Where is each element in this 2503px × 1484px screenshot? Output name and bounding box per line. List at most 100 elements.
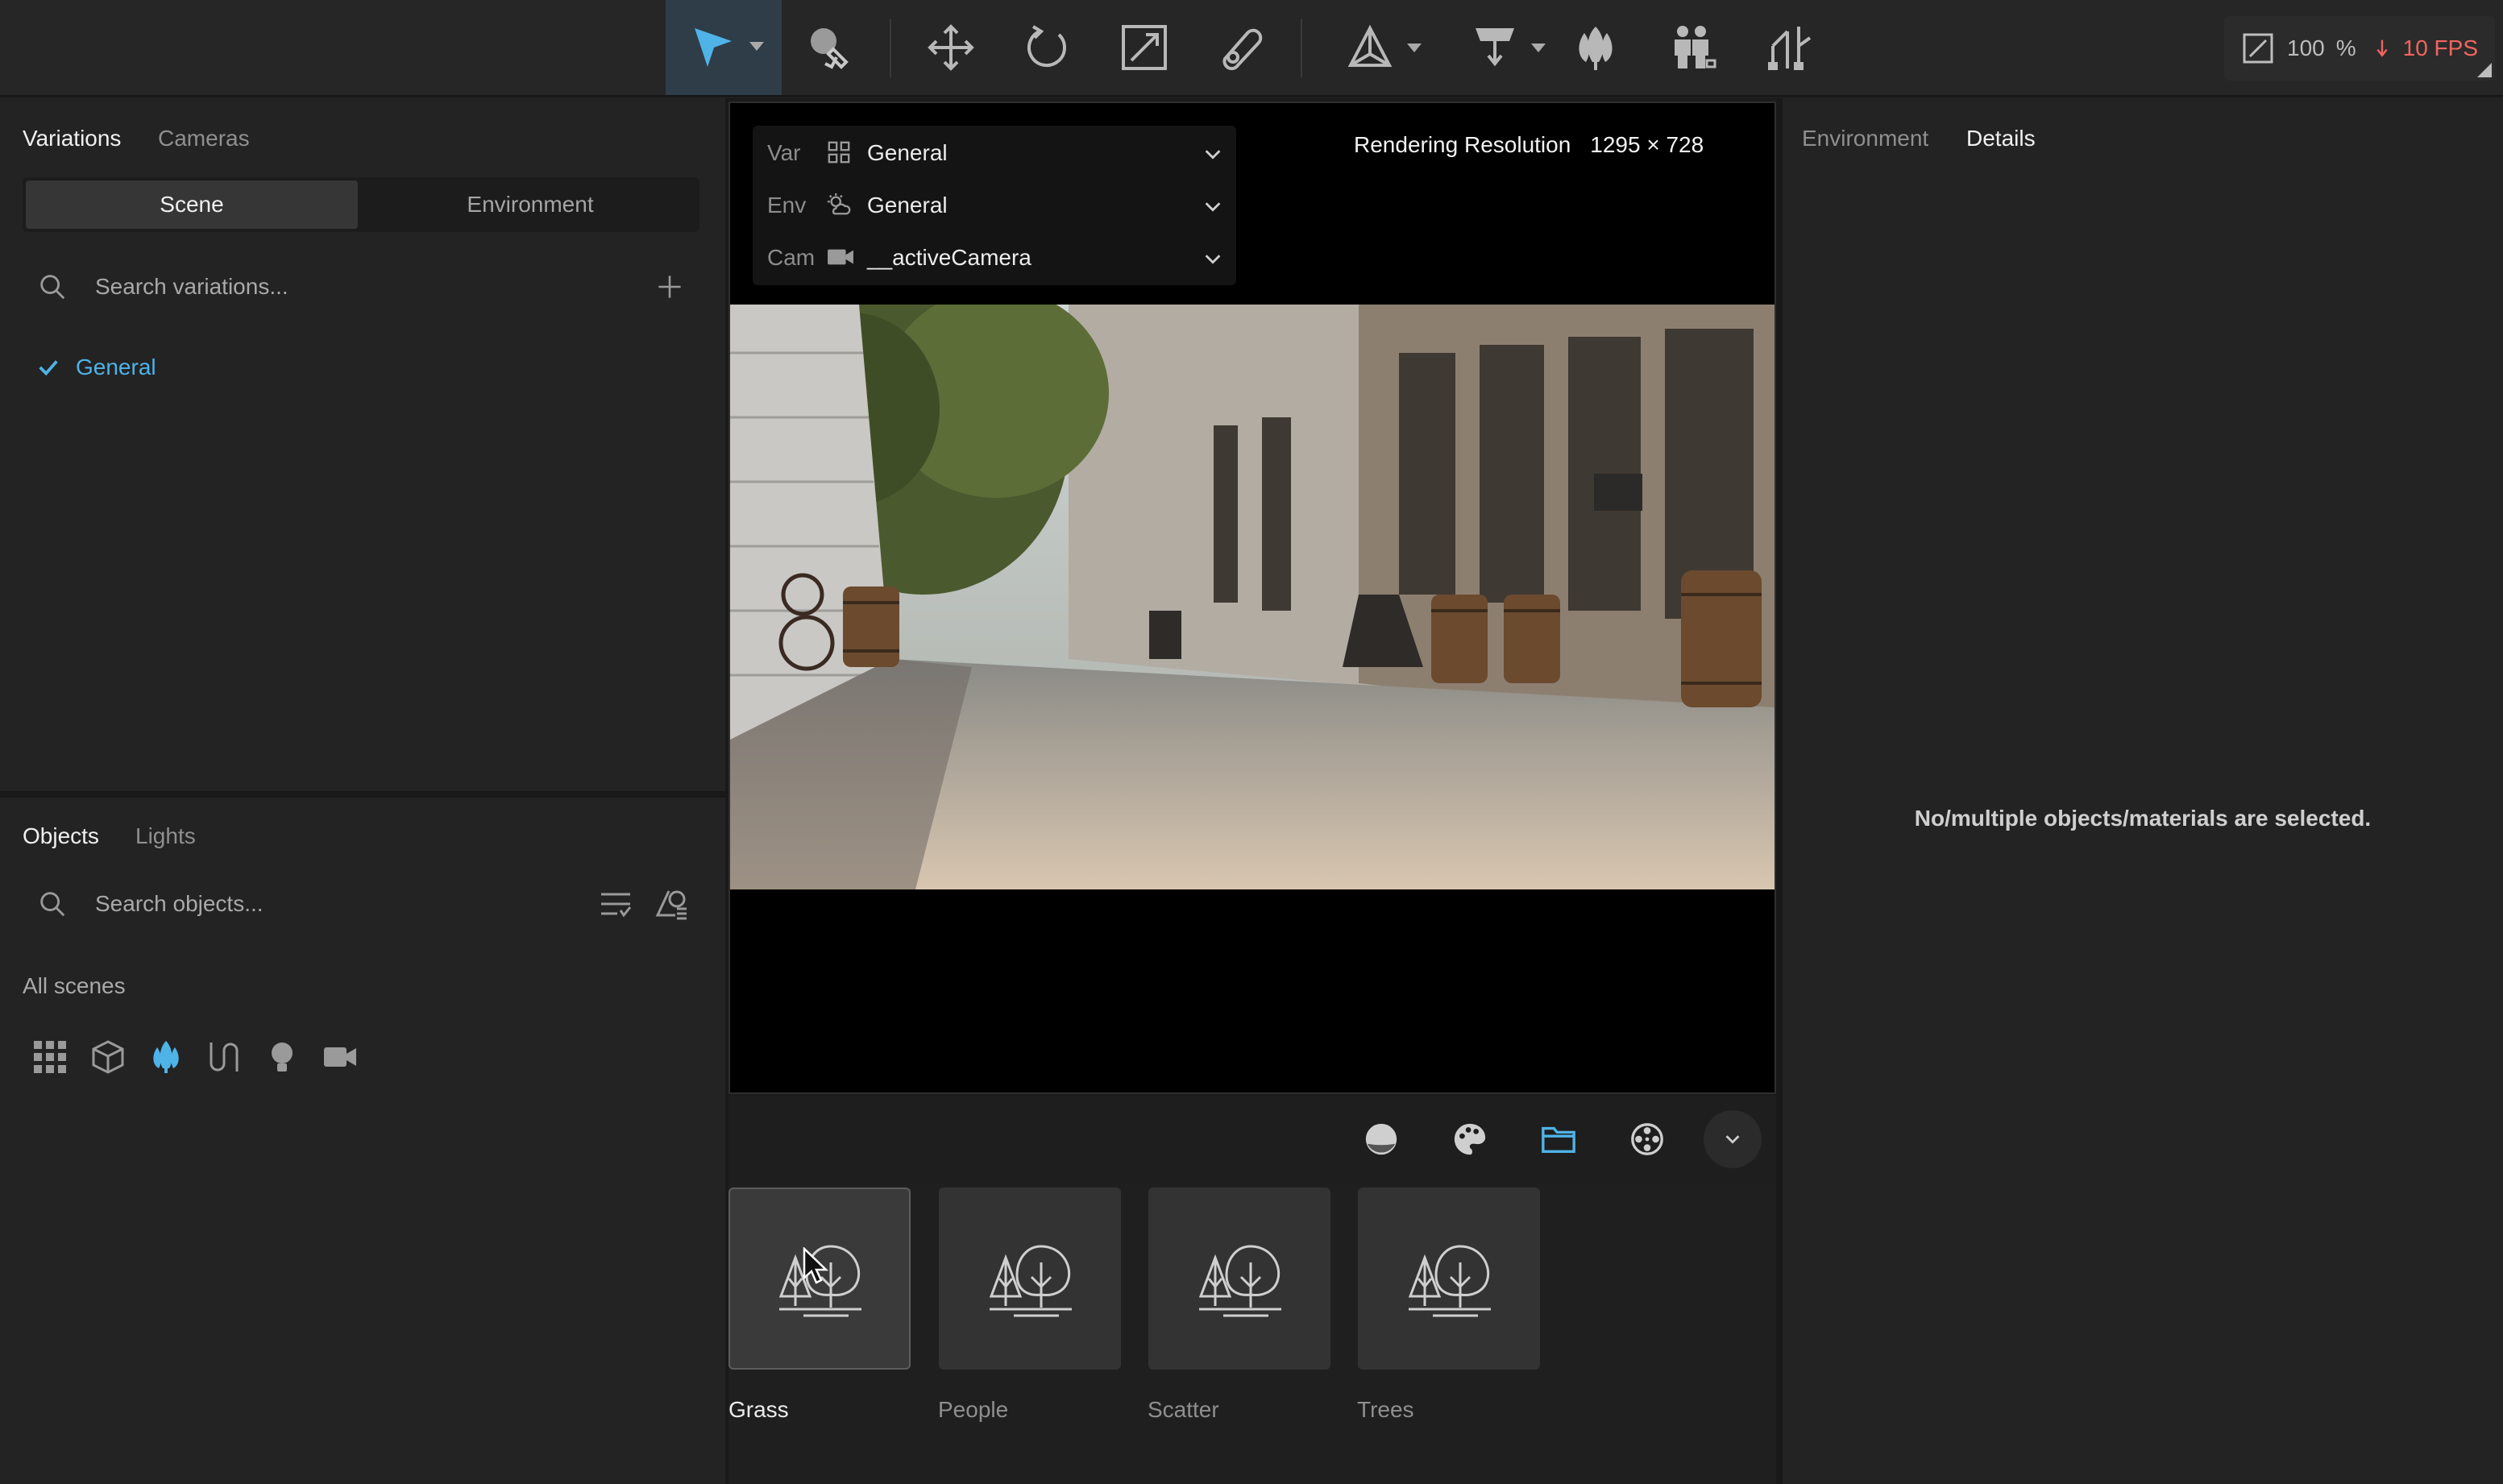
camera-icon[interactable]	[322, 1039, 358, 1075]
tab-lights[interactable]: Lights	[135, 823, 196, 849]
asset-card-label: Scatter	[1148, 1397, 1219, 1422]
environment-dropdown[interactable]: Env General	[753, 180, 1236, 231]
asset-card-label: People	[938, 1397, 1009, 1422]
measure-tool-button[interactable]	[1201, 0, 1281, 95]
grid-icon[interactable]	[32, 1039, 68, 1075]
rotate-icon	[1027, 25, 1066, 68]
variation-item-general[interactable]: General	[37, 354, 156, 380]
cube-icon[interactable]	[90, 1039, 126, 1075]
resolution-value: 1295 × 728	[1590, 132, 1704, 157]
scale-icon	[1122, 25, 1167, 70]
search-input[interactable]: Search variations...	[95, 274, 288, 300]
resize-grip-icon[interactable]	[2477, 63, 2492, 77]
dropdown-value: __activeCamera	[867, 245, 1032, 270]
tree-icon[interactable]	[148, 1039, 184, 1075]
palette-button[interactable]	[1444, 1113, 1496, 1165]
camera-dropdown[interactable]: Cam __activeCamera	[753, 232, 1236, 284]
trees-asset-icon	[1408, 1245, 1491, 1317]
viewport-selectors: Var General Env General Cam __activeCame…	[753, 126, 1236, 285]
rotate-tool-button[interactable]	[1007, 0, 1088, 95]
properties-panel: Environment Details	[1783, 98, 2503, 1484]
brush-icon	[811, 28, 849, 69]
fps-readout: 10 FPS	[2402, 35, 2479, 60]
search-input[interactable]: Search objects...	[95, 891, 264, 917]
main-toolbar	[0, 0, 2503, 97]
empty-selection-message: No/multiple objects/materials are select…	[1914, 806, 2372, 831]
snap-tool-button[interactable]	[1322, 0, 1442, 95]
zoom-value: 100	[2287, 35, 2325, 60]
path-tool-button[interactable]	[1749, 0, 1829, 95]
cursor-arrow-icon	[695, 28, 732, 67]
search-icon	[40, 275, 65, 300]
trees-asset-icon	[989, 1245, 1072, 1317]
resolution-scale-icon[interactable]	[2242, 32, 2274, 64]
placement-tool-button[interactable]	[1451, 0, 1563, 95]
sun-cloud-icon	[827, 193, 851, 215]
right-panel-edge[interactable]	[1776, 98, 1783, 1484]
chevron-down-icon[interactable]	[1531, 44, 1546, 52]
trees-asset-icon	[1198, 1245, 1281, 1317]
add-variation-button[interactable]	[656, 273, 683, 301]
search-icon	[40, 892, 65, 917]
paint-tool-button[interactable]	[790, 0, 870, 95]
rendering-resolution: Rendering Resolution 1295 × 728	[1354, 132, 1704, 158]
material-sphere-icon	[1365, 1123, 1397, 1155]
panel-divider[interactable]	[0, 791, 725, 798]
tab-objects[interactable]: Objects	[23, 823, 99, 849]
asset-card-trees[interactable]	[1358, 1188, 1540, 1370]
chevron-down-icon	[1205, 255, 1221, 264]
move-arrows-icon	[928, 24, 974, 71]
shape-filter-icon[interactable]	[654, 886, 690, 922]
variations-panel: Variations Cameras Scene Environment Sea…	[0, 98, 725, 791]
render-preview	[730, 305, 1775, 889]
placement-icon	[1476, 28, 1514, 67]
scene-environment-toggle: Scene Environment	[23, 177, 699, 232]
arrow-down-icon	[2376, 39, 2388, 57]
asset-card-label: Grass	[728, 1397, 789, 1422]
variation-dropdown[interactable]: Var General	[753, 127, 1236, 179]
dropdown-value: General	[867, 193, 948, 218]
check-icon	[39, 360, 58, 376]
objects-search[interactable]: Search objects...	[23, 872, 699, 936]
tab-environment[interactable]: Environment	[1802, 126, 1928, 151]
library-folder-button[interactable]	[1533, 1113, 1584, 1165]
tape-measure-icon	[1222, 28, 1263, 71]
people-tool-button[interactable]	[1652, 0, 1733, 95]
variation-item-label: General	[76, 354, 156, 379]
variation-icon	[828, 141, 850, 164]
asset-card-label: Trees	[1357, 1397, 1414, 1422]
move-tool-button[interactable]	[911, 0, 991, 95]
path-icon	[1768, 27, 1812, 70]
tab-details[interactable]: Details	[1966, 126, 2036, 151]
select-tool-button[interactable]	[666, 0, 782, 95]
bulb-icon[interactable]	[264, 1039, 300, 1075]
mouse-cursor-icon	[803, 1247, 828, 1284]
scatter-tool-button[interactable]	[1555, 0, 1636, 95]
tree-scatter-icon	[1579, 27, 1613, 70]
media-button[interactable]	[1621, 1113, 1673, 1165]
variations-search[interactable]: Search variations...	[23, 255, 699, 319]
chevron-down-icon	[1205, 150, 1221, 160]
chevron-down-icon[interactable]	[749, 42, 764, 51]
dropdown-value: General	[867, 140, 948, 165]
scale-tool-button[interactable]	[1104, 0, 1185, 95]
object-type-filters	[32, 1039, 358, 1075]
tab-cameras[interactable]: Cameras	[158, 126, 250, 151]
path-icon[interactable]	[206, 1039, 242, 1075]
dropdown-key: Env	[767, 193, 807, 218]
render-stats: 100 % 10 FPS	[2224, 16, 2495, 81]
expand-button[interactable]	[1704, 1110, 1762, 1168]
people-icon	[1675, 26, 1716, 68]
asset-card-people[interactable]	[939, 1188, 1121, 1370]
filter-list-icon[interactable]	[598, 886, 633, 922]
segment-environment[interactable]: Environment	[364, 180, 696, 229]
asset-toolbar	[728, 1096, 1776, 1184]
folder-icon	[1542, 1126, 1575, 1154]
segment-scene[interactable]: Scene	[26, 180, 358, 229]
resolution-label: Rendering Resolution	[1354, 132, 1571, 157]
chevron-down-icon[interactable]	[1407, 44, 1422, 52]
objects-panel: Objects Lights Search objects... All sce…	[0, 798, 725, 1484]
materials-button[interactable]	[1355, 1113, 1407, 1165]
tab-variations[interactable]: Variations	[23, 126, 121, 151]
asset-card-scatter[interactable]	[1148, 1188, 1330, 1370]
